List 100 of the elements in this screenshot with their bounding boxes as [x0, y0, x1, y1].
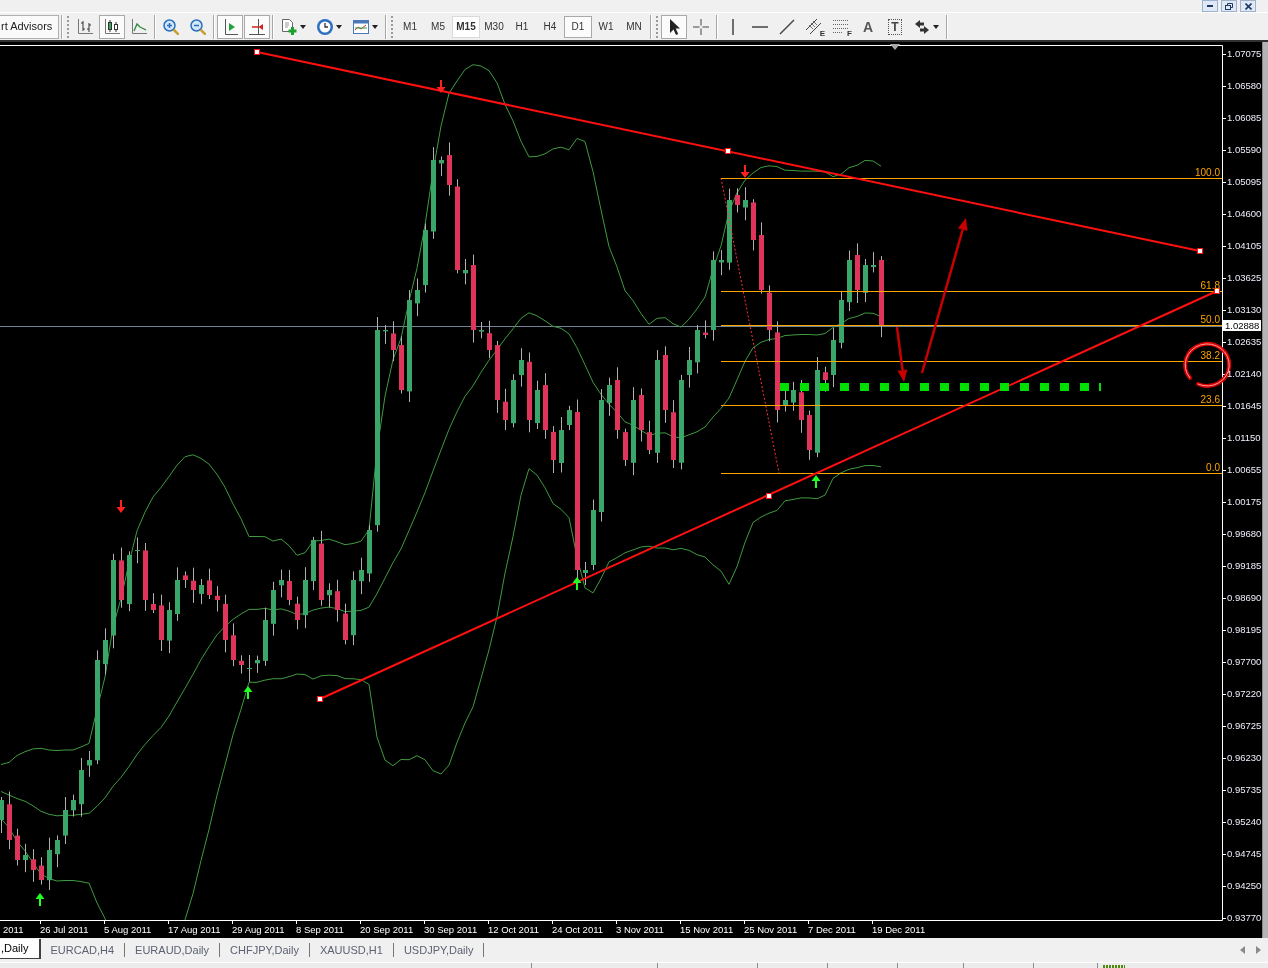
price-label: 0.94745 [1227, 848, 1262, 860]
up-arrow-icon [35, 893, 45, 906]
fib-level-label: 23.6 [1200, 394, 1220, 405]
timeframe-button[interactable]: M1 [396, 15, 424, 38]
timeframe-button[interactable]: M15 [452, 15, 480, 38]
price-label: 0.97700 [1227, 656, 1262, 668]
price-label: 0.95240 [1227, 816, 1262, 828]
timeframe-button[interactable]: D1 [564, 15, 592, 38]
timeframe-button[interactable]: W1 [592, 15, 620, 38]
text-label-button[interactable]: T [882, 14, 908, 39]
scroll-left-icon[interactable] [1240, 946, 1245, 954]
price-label: 0.95735 [1227, 784, 1262, 796]
chart-shift-button[interactable] [217, 14, 243, 39]
chart-tab[interactable]: EURCAD,H4 [40, 940, 125, 960]
zoom-in-icon [163, 18, 179, 35]
toolbar-grip[interactable] [67, 15, 70, 38]
price-label: 1.06580 [1227, 80, 1262, 92]
price-label: 0.98690 [1227, 592, 1262, 604]
date-label: 3 Nov 2011 [616, 924, 664, 936]
toolbar-grip[interactable] [391, 15, 394, 38]
diagonal-line-icon [779, 18, 795, 35]
chart-tab[interactable]: XAUUSD,H1 [309, 940, 393, 960]
timeframe-button[interactable]: M5 [424, 15, 452, 38]
date-label: 29 Aug 2011 [232, 924, 285, 936]
chart-tab[interactable]: EURAUD,Daily [125, 940, 220, 960]
fib-level-label: 61.8 [1200, 280, 1220, 291]
bar-chart-icon [77, 18, 93, 35]
vertical-line-icon [732, 18, 734, 35]
date-label: 24 Oct 2011 [552, 924, 604, 936]
chart-window-icon [353, 18, 369, 35]
plus-document-icon [281, 18, 297, 35]
price-label: 1.03625 [1227, 272, 1262, 284]
restore-icon [1225, 2, 1233, 10]
price-label: 0.99680 [1227, 528, 1262, 540]
price-label: 0.98195 [1227, 624, 1262, 636]
date-label: 2011 [3, 924, 24, 936]
cursor-button[interactable] [661, 14, 687, 39]
up-arrow-icon [572, 577, 582, 590]
down-arrow-icon [116, 500, 126, 513]
fib-level-label: 38.2 [1200, 350, 1220, 361]
minimize-button[interactable] [1202, 0, 1218, 12]
timeframe-button[interactable]: H1 [508, 15, 536, 38]
timeframe-button[interactable]: M30 [480, 15, 508, 38]
price-label: 1.01150 [1227, 432, 1261, 444]
candlestick-chart-button[interactable] [99, 14, 125, 39]
price-label: 0.94250 [1227, 880, 1262, 892]
restore-button[interactable] [1221, 0, 1237, 12]
date-label: 15 Nov 2011 [680, 924, 734, 936]
auto-scroll-icon [249, 18, 265, 35]
price-label: 1.04600 [1227, 208, 1262, 220]
price-label: 0.96725 [1227, 720, 1262, 732]
price-label: 1.06085 [1227, 112, 1262, 124]
close-button[interactable] [1240, 0, 1256, 12]
date-label: 8 Sep 2011 [296, 924, 344, 936]
price-label: 1.07075 [1227, 48, 1262, 60]
up-arrow-icon [243, 686, 253, 699]
scroll-right-icon[interactable] [1256, 946, 1261, 954]
price-label: 1.00655 [1227, 464, 1262, 476]
minimize-icon [1207, 5, 1213, 7]
fib-level-label: 50.0 [1200, 314, 1220, 325]
down-arrow-icon [740, 165, 750, 178]
candlestick-icon [104, 18, 120, 35]
price-label: 1.04105 [1227, 240, 1262, 252]
date-label: 5 Aug 2011 [104, 924, 152, 936]
toolbar-grip[interactable] [656, 15, 659, 38]
date-label: 19 Dec 2011 [872, 924, 926, 936]
date-label: 20 Sep 2011 [360, 924, 414, 936]
channel-button[interactable]: E [801, 14, 827, 39]
up-arrow-icon [811, 475, 821, 488]
clock-icon [317, 18, 333, 35]
fib-level-label: 100.0 [1194, 167, 1220, 178]
fibonacci-icon [833, 20, 849, 33]
connection-status-icon [1103, 965, 1125, 968]
chart-tab[interactable]: CHFJPY,Daily [220, 940, 309, 960]
date-label: 26 Jul 2011 [40, 924, 89, 936]
fibonacci-button[interactable]: F [828, 14, 854, 39]
shift-marker-icon [890, 44, 900, 50]
price-label: 1.05095 [1227, 176, 1262, 188]
price-label: 1.02635 [1227, 336, 1262, 348]
price-label: 0.99185 [1227, 560, 1262, 572]
timeframe-button[interactable]: H4 [536, 15, 564, 38]
down-arrow-icon [436, 80, 446, 93]
price-label: 1.00175 [1227, 496, 1262, 508]
zoom-out-icon [190, 18, 206, 35]
close-icon [1244, 2, 1252, 10]
price-label: 0.96230 [1227, 752, 1262, 764]
channel-icon [806, 18, 822, 35]
horizontal-line-icon [752, 25, 768, 28]
timeframe-button[interactable]: MN [620, 15, 648, 38]
fib-level-label: 0.0 [1206, 462, 1220, 473]
chart-shift-icon [222, 18, 238, 35]
chart-tab[interactable]: USDJPY,Daily [393, 940, 484, 960]
text-button[interactable]: A [855, 14, 881, 39]
date-label: 30 Sep 2011 [424, 924, 478, 936]
chart-tab[interactable]: ,Daily [0, 939, 41, 959]
price-label: 1.03130 [1227, 304, 1262, 316]
arrows-icon [914, 18, 930, 35]
date-label: 7 Dec 2011 [808, 924, 856, 936]
auto-scroll-button[interactable] [244, 14, 270, 39]
experts-button[interactable]: rt Advisors [0, 14, 59, 39]
